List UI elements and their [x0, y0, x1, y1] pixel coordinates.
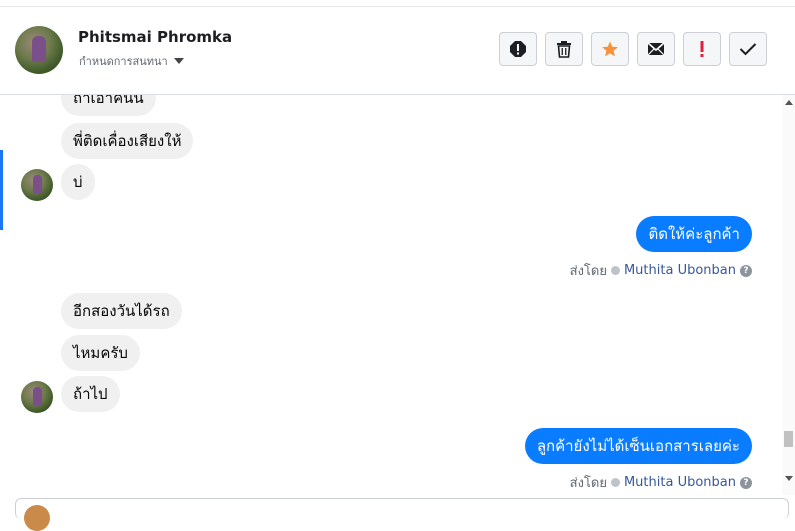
delete-button[interactable]: [545, 32, 583, 66]
star-button[interactable]: [591, 32, 629, 66]
incoming-message: พี่ติดเคื่องเสียงให้: [61, 123, 194, 159]
help-icon[interactable]: ?: [740, 476, 752, 489]
conversation-header: Phitsmai Phromka กำหนดการสนทนา: [0, 7, 795, 95]
agent-status-icon: [610, 478, 620, 487]
reply-composer[interactable]: [15, 498, 789, 531]
outgoing-message: ลูกค้ายังไม่ได้เซ็นเอกสารเลยค่ะ: [524, 428, 752, 464]
action-toolbar: [499, 32, 767, 66]
mark-unread-button[interactable]: [637, 32, 675, 66]
message-thread[interactable]: ถ้าเอาคนน พี่ติดเคื่องเสียงให้ บ่ ติดให้…: [0, 95, 782, 495]
conversation-settings-label: กำหนดการสนทนา: [79, 55, 168, 68]
agent-avatar: [24, 505, 50, 531]
scroll-up-arrow-icon[interactable]: [785, 100, 793, 105]
incoming-message: ถ้าไป: [61, 376, 120, 412]
scroll-thumb[interactable]: [784, 431, 793, 447]
star-icon: [602, 41, 618, 57]
scroll-down-arrow-icon[interactable]: [785, 476, 793, 481]
help-icon[interactable]: ?: [740, 264, 752, 277]
report-button[interactable]: [499, 32, 537, 66]
sent-by-label: ส่งโดย: [569, 264, 607, 279]
contact-avatar[interactable]: [15, 26, 63, 74]
trash-icon: [557, 41, 571, 58]
outgoing-message: ติดให้ค่ะลูกค้า: [636, 216, 752, 252]
report-icon: [510, 41, 526, 57]
contact-avatar-small: [21, 381, 53, 413]
sent-by-info: ส่งโดย Muthita Ubonban ?: [570, 260, 752, 281]
agent-status-icon: [610, 266, 620, 275]
contact-avatar-small: [21, 169, 53, 201]
agent-name[interactable]: Muthita Ubonban: [624, 263, 736, 278]
mail-icon: [647, 42, 665, 56]
incoming-message: ถ้าเอาคนน: [61, 95, 156, 116]
incoming-message: บ่: [61, 164, 95, 200]
incoming-message: ไหมครับ: [61, 335, 140, 371]
mark-done-button[interactable]: [729, 32, 767, 66]
exclamation-icon: [700, 41, 704, 57]
sent-by-info: ส่งโดย Muthita Ubonban ?: [570, 472, 752, 493]
mark-important-button[interactable]: [683, 32, 721, 66]
sent-by-label: ส่งโดย: [569, 476, 607, 491]
contact-name[interactable]: Phitsmai Phromka: [78, 28, 232, 46]
caret-down-icon: [173, 58, 184, 64]
top-rule: [0, 0, 795, 7]
agent-name[interactable]: Muthita Ubonban: [624, 475, 736, 490]
conversation-settings-dropdown[interactable]: กำหนดการสนทนา: [79, 52, 184, 70]
thread-scrollbar[interactable]: [782, 95, 795, 495]
check-icon: [739, 43, 757, 56]
incoming-message: อีกสองวันได้รถ: [61, 293, 182, 329]
